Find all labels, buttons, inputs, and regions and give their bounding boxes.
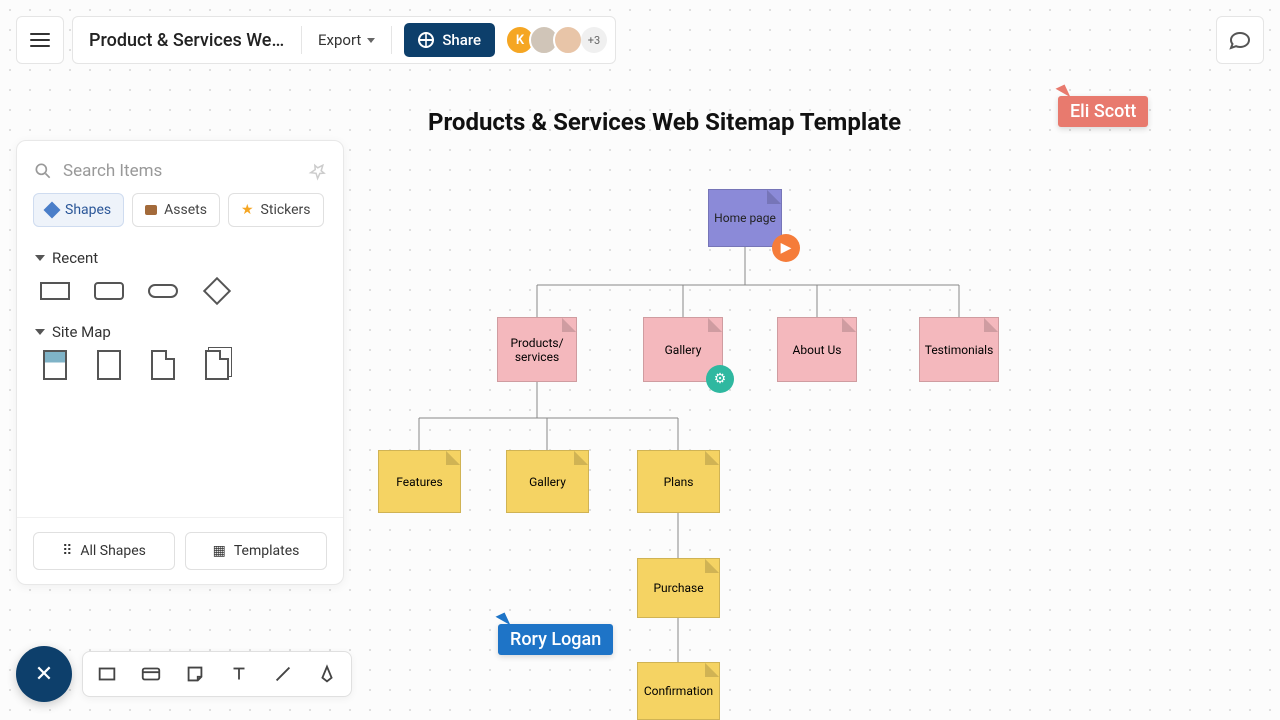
- cursor-label: Eli Scott: [1058, 96, 1148, 127]
- section-label: Recent: [52, 249, 98, 267]
- shape-page-folded[interactable]: [147, 353, 179, 377]
- all-shapes-button[interactable]: ⠿ All Shapes: [33, 532, 175, 570]
- settings-badge-icon[interactable]: ⚙: [706, 365, 734, 393]
- bottom-toolbar: ✕: [16, 646, 352, 702]
- node-features[interactable]: Features: [378, 450, 461, 513]
- templates-button[interactable]: ▦ Templates: [185, 532, 327, 570]
- hamburger-icon: [30, 33, 50, 47]
- chat-icon: [1228, 28, 1252, 52]
- node-gallery2[interactable]: Gallery: [506, 450, 589, 513]
- export-label: Export: [318, 31, 361, 49]
- search-icon: [33, 161, 53, 181]
- share-button[interactable]: Share: [404, 23, 495, 57]
- star-icon: ★: [241, 202, 254, 218]
- tab-stickers[interactable]: ★ Stickers: [228, 193, 324, 227]
- section-sitemap[interactable]: Site Map: [17, 313, 343, 349]
- node-purchase[interactable]: Purchase: [637, 558, 720, 618]
- button-label: All Shapes: [80, 543, 146, 559]
- section-recent[interactable]: Recent: [17, 239, 343, 275]
- shape-rectangle[interactable]: [39, 279, 71, 303]
- grid-icon: ⠿: [62, 543, 72, 559]
- tab-label: Assets: [164, 202, 207, 218]
- globe-icon: [418, 32, 434, 48]
- tool-sticky[interactable]: [181, 660, 209, 688]
- recent-shapes: [17, 275, 343, 313]
- top-bar: Product & Services Web... Export Share K…: [16, 16, 616, 64]
- video-badge-icon[interactable]: ▶: [772, 234, 800, 262]
- chat-button[interactable]: [1216, 16, 1264, 64]
- shape-page-double[interactable]: [201, 353, 233, 377]
- canvas-title: Products & Services Web Sitemap Template: [428, 108, 901, 136]
- node-home[interactable]: Home page: [708, 189, 782, 247]
- pin-icon[interactable]: [305, 158, 330, 183]
- node-about[interactable]: About Us: [777, 317, 857, 382]
- cursor-eli: Eli Scott: [1058, 86, 1148, 127]
- node-plans[interactable]: Plans: [637, 450, 720, 513]
- divider: [391, 26, 392, 54]
- tool-line[interactable]: [269, 660, 297, 688]
- tab-shapes[interactable]: Shapes: [33, 193, 124, 227]
- chevron-down-icon: [367, 38, 375, 43]
- briefcase-icon: [145, 205, 157, 215]
- node-testimonials[interactable]: Testimonials: [919, 317, 999, 382]
- divider: [301, 26, 302, 54]
- menu-button[interactable]: [16, 16, 64, 64]
- close-fab[interactable]: ✕: [16, 646, 72, 702]
- panel-tabs: Shapes Assets ★ Stickers: [17, 193, 343, 239]
- section-label: Site Map: [52, 323, 111, 341]
- node-products[interactable]: Products/ services: [497, 317, 577, 382]
- shapes-panel: Shapes Assets ★Stickers Recent Site Map …: [16, 140, 344, 585]
- tool-text[interactable]: [225, 660, 253, 688]
- share-label: Share: [442, 31, 481, 49]
- avatar-more[interactable]: +3: [581, 27, 607, 53]
- tab-label: Stickers: [261, 202, 311, 218]
- shape-page-filled[interactable]: [39, 353, 71, 377]
- topbar-main: Product & Services Web... Export Share K…: [72, 16, 616, 64]
- node-confirmation[interactable]: Confirmation: [637, 662, 720, 720]
- chevron-down-icon: [35, 255, 45, 261]
- sitemap-shapes: [17, 349, 343, 387]
- shape-icon: [44, 202, 61, 219]
- cursor-label: Rory Logan: [498, 624, 613, 655]
- avatar[interactable]: [553, 25, 583, 55]
- shape-page[interactable]: [93, 353, 125, 377]
- tab-assets[interactable]: Assets: [132, 193, 220, 227]
- chevron-down-icon: [35, 329, 45, 335]
- tool-rectangle[interactable]: [93, 660, 121, 688]
- shape-rounded-rect[interactable]: [93, 279, 125, 303]
- document-title[interactable]: Product & Services Web...: [89, 30, 289, 51]
- template-icon: ▦: [213, 543, 226, 559]
- close-icon: ✕: [35, 662, 53, 687]
- tool-card[interactable]: [137, 660, 165, 688]
- cursor-rory: Rory Logan: [498, 614, 613, 655]
- tool-pen[interactable]: [313, 660, 341, 688]
- panel-footer: ⠿ All Shapes ▦ Templates: [17, 517, 343, 572]
- shape-diamond[interactable]: [201, 279, 233, 303]
- search-input[interactable]: [63, 161, 299, 181]
- tool-strip: [82, 651, 352, 697]
- shape-pill[interactable]: [147, 279, 179, 303]
- button-label: Templates: [234, 543, 300, 559]
- collaborator-avatars[interactable]: K +3: [511, 25, 607, 55]
- export-button[interactable]: Export: [314, 25, 379, 55]
- search-row: [17, 153, 343, 193]
- tab-label: Shapes: [65, 202, 111, 218]
